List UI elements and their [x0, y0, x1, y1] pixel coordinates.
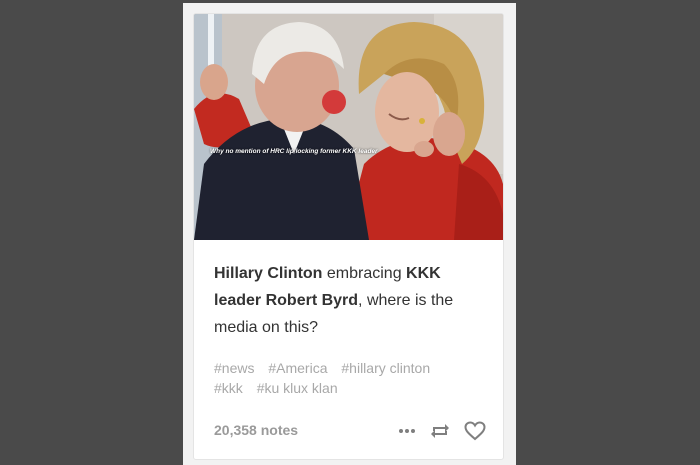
post-actions: [398, 419, 486, 443]
tag-hillary-clinton[interactable]: #hillary clinton: [341, 360, 430, 376]
tag-ku-klux-klan[interactable]: #ku klux klan: [257, 380, 338, 396]
photo-illustration: [194, 14, 503, 240]
tag-news[interactable]: #news: [214, 360, 254, 376]
post-frame: Why no mention of HRC lip locking former…: [183, 3, 516, 465]
post-footer: 20,358 notes: [214, 419, 486, 443]
post-body: Hillary Clinton embracing KKK leader Rob…: [214, 260, 484, 341]
heart-icon[interactable]: [464, 421, 486, 441]
reblog-icon[interactable]: [430, 422, 450, 440]
body-bold-name: Hillary Clinton: [214, 265, 323, 282]
notes-count[interactable]: 20,358 notes: [214, 422, 298, 438]
tag-america[interactable]: #America: [268, 360, 327, 376]
post-card: Why no mention of HRC lip locking former…: [193, 13, 504, 460]
tag-list: #news #America #hillary clinton #kkk #ku…: [214, 358, 494, 398]
photo-caption: Why no mention of HRC lip locking former…: [210, 148, 378, 155]
more-dots-icon[interactable]: [398, 428, 416, 434]
body-text-segment: embracing: [322, 265, 407, 282]
tag-kkk[interactable]: #kkk: [214, 380, 243, 396]
post-photo[interactable]: Why no mention of HRC lip locking former…: [194, 14, 503, 240]
